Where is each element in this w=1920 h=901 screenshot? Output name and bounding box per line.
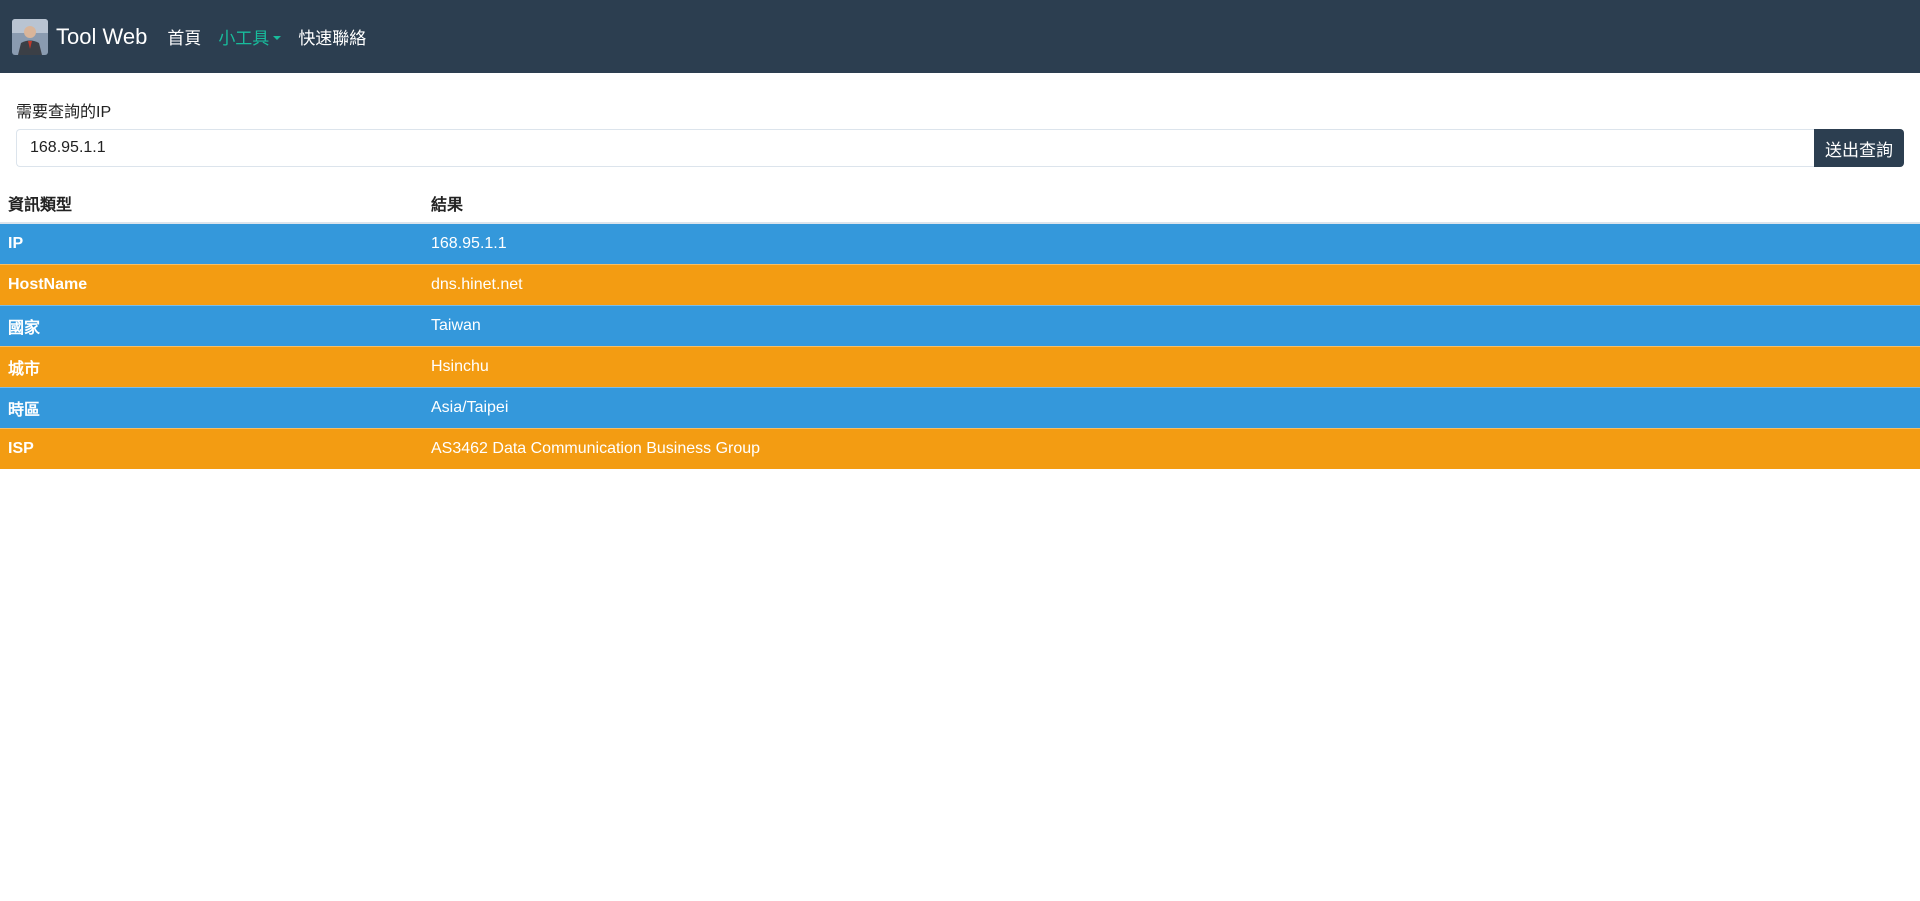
ip-query-label: 需要查詢的IP	[16, 104, 112, 121]
header-info-type: 資訊類型	[0, 183, 423, 224]
ip-query-input[interactable]	[16, 129, 1814, 167]
row-type-cell: 時區	[0, 387, 423, 429]
row-value-cell: dns.hinet.net	[423, 264, 1920, 306]
table-row: ISP AS3462 Data Communication Business G…	[0, 428, 1920, 470]
row-value-cell: 168.95.1.1	[423, 223, 1920, 265]
ip-query-input-group: 送出查詢	[16, 129, 1904, 167]
main-nav: 首頁 小工具 快速聯絡	[167, 24, 383, 49]
table-row: 城市 Hsinchu	[0, 346, 1920, 388]
top-navbar: Tool Web 首頁 小工具 快速聯絡	[0, 0, 1920, 73]
brand-link[interactable]: Tool Web	[12, 18, 148, 55]
row-value-cell: AS3462 Data Communication Business Group	[423, 428, 1920, 470]
table-header-row: 資訊類型 結果	[0, 183, 1920, 224]
row-value-cell: Asia/Taipei	[423, 387, 1920, 429]
nav-item-tools-dropdown[interactable]: 小工具	[218, 24, 282, 49]
header-result: 結果	[423, 183, 1920, 224]
nav-item-contact-label: 快速聯絡	[298, 29, 367, 48]
row-type-cell: 國家	[0, 305, 423, 347]
nav-item-contact[interactable]: 快速聯絡	[298, 24, 366, 49]
row-type-cell: 城市	[0, 346, 423, 388]
row-value-cell: Hsinchu	[423, 346, 1920, 388]
table-row: IP 168.95.1.1	[0, 223, 1920, 265]
table-row: HostName dns.hinet.net	[0, 264, 1920, 306]
brand-logo-avatar	[12, 18, 48, 55]
table-row: 國家 Taiwan	[0, 305, 1920, 347]
table-row: 時區 Asia/Taipei	[0, 387, 1920, 429]
row-value-cell: Taiwan	[423, 305, 1920, 347]
row-type-cell: ISP	[0, 428, 423, 470]
submit-query-button[interactable]: 送出查詢	[1814, 129, 1904, 167]
nav-item-home[interactable]: 首頁	[167, 24, 201, 49]
caret-down-icon	[273, 35, 282, 40]
nav-item-tools-label: 小工具	[218, 29, 270, 48]
row-type-cell: IP	[0, 223, 423, 265]
nav-item-home-label: 首頁	[167, 29, 202, 48]
brand-title: Tool Web	[56, 23, 148, 49]
result-table: 資訊類型 結果 IP 168.95.1.1 HostName dns.hinet…	[0, 183, 1920, 470]
row-type-cell: HostName	[0, 264, 423, 306]
